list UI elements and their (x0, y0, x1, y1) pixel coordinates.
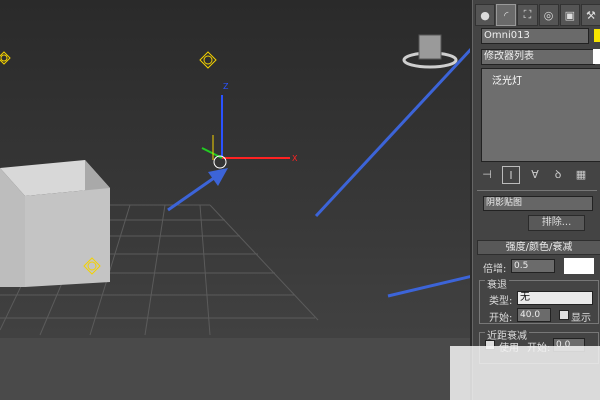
annotation-arrow-2 (314, 47, 470, 218)
exclude-button[interactable]: 排除... (528, 215, 585, 231)
decay-group-label: 衰退 (485, 276, 509, 291)
stack-item-omni[interactable]: 泛光灯 (492, 72, 522, 87)
modifier-list-arrow[interactable] (593, 49, 600, 64)
hierarchy-icon: ⛶ (523, 8, 532, 21)
modifier-list-dropdown[interactable]: 修改器列表 (481, 49, 595, 65)
show-decay-label: 显示 (571, 313, 591, 324)
object-name-field[interactable]: Omni013 (481, 28, 589, 44)
light-gizmo-1 (199, 51, 217, 69)
light-color-swatch[interactable] (564, 258, 594, 274)
hierarchy-tab[interactable]: ⛶ (517, 4, 538, 26)
sphere-create-icon: ● (480, 8, 490, 22)
command-panel: ● ◜ ⛶ ◎ ▣ ⚒ Omni013 修改器列表 泛光灯 ⊣ Ⅰ ∀ ꝺ ▦ … (472, 0, 600, 400)
annotation-arrow-1 (167, 168, 228, 212)
display-tab[interactable]: ▣ (559, 4, 580, 26)
decay-start-spinner[interactable]: 40.0 (517, 308, 551, 322)
multiplier-spinner[interactable]: 0.5 (511, 259, 555, 273)
divider (477, 190, 597, 191)
watermark-overlay (450, 346, 600, 400)
pin-stack-icon[interactable]: ⊣ (479, 166, 495, 182)
box-object (0, 160, 110, 287)
utilities-hammer-icon: ⚒ (586, 8, 596, 22)
decay-type-dropdown[interactable]: 无 (517, 291, 593, 305)
light-gizmo-2 (0, 51, 11, 65)
modifier-stack[interactable]: 泛光灯 (481, 68, 600, 162)
motion-icon: ◎ (543, 8, 554, 22)
motion-tab[interactable]: ◎ (538, 4, 559, 26)
show-end-result-icon[interactable]: Ⅰ (502, 166, 520, 184)
stack-toolbar: ⊣ Ⅰ ∀ ꝺ ▦ (479, 166, 599, 186)
decay-type-label: 类型: (489, 296, 513, 307)
modify-arc-icon: ◜ (504, 8, 509, 22)
show-decay-checkbox[interactable] (559, 310, 569, 320)
axis-z-label: Z (223, 82, 229, 91)
object-color-swatch[interactable] (594, 29, 600, 42)
annotation-arrow-3 (387, 275, 470, 298)
modify-tab[interactable]: ◜ (496, 4, 517, 26)
multiplier-label: 倍增: (483, 264, 507, 275)
floor-plane (0, 338, 470, 400)
axis-x-label: X (292, 154, 298, 163)
intensity-rollout-header[interactable]: 强度/颜色/衰减 (477, 240, 600, 255)
utilities-tab[interactable]: ⚒ (580, 4, 600, 26)
command-panel-tabs: ● ◜ ⛶ ◎ ▣ ⚒ (475, 4, 600, 26)
create-tab[interactable]: ● (475, 4, 496, 26)
transform-gizmo (201, 95, 290, 169)
display-icon: ▣ (564, 8, 575, 22)
viewcube (402, 34, 458, 69)
viewport-scene: Z X (0, 34, 470, 400)
configure-sets-icon[interactable]: ▦ (573, 166, 589, 182)
decay-start-label: 开始: (489, 313, 513, 324)
perspective-viewport[interactable]: Z X (0, 0, 470, 400)
remove-modifier-icon[interactable]: ꝺ (550, 166, 566, 182)
make-unique-icon[interactable]: ∀ (527, 166, 543, 182)
shadow-type-dropdown[interactable]: 阴影贴图 (483, 196, 593, 211)
